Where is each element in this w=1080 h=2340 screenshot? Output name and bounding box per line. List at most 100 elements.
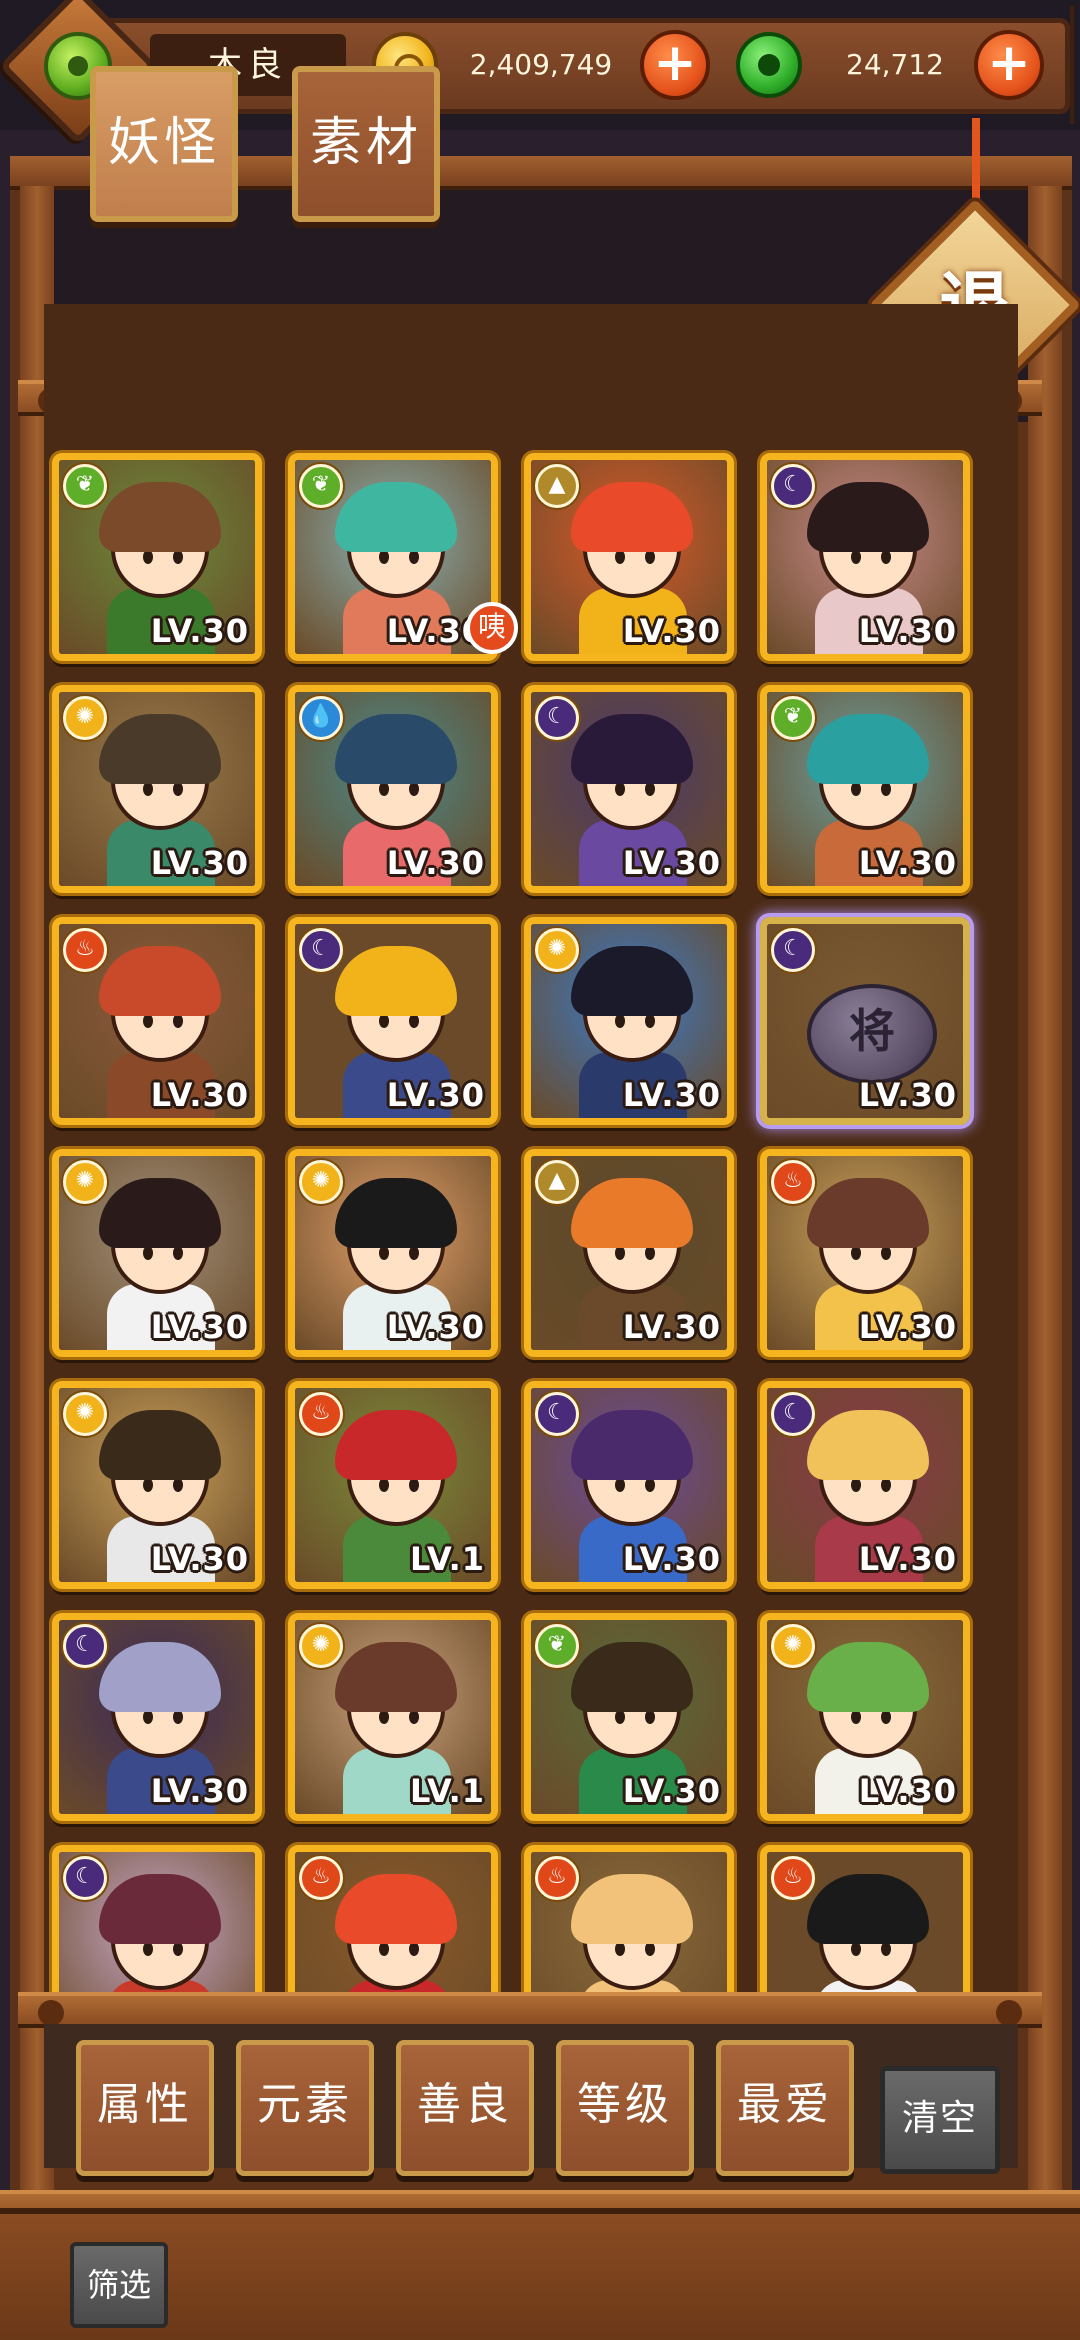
character-eye [645, 1942, 655, 1956]
character-eye [143, 1478, 153, 1492]
level-label: LV.30 [622, 1772, 721, 1810]
fire-glyph-icon: ♨ [783, 1168, 803, 1193]
shelf-knob [38, 2000, 64, 2026]
level-label: LV.30 [858, 844, 957, 882]
tassel-cord [972, 118, 980, 208]
light-element-icon: ✺ [299, 1624, 343, 1668]
character-eye [615, 1710, 625, 1724]
light-element-icon: ✺ [63, 1160, 107, 1204]
character-eye [409, 1942, 419, 1956]
filter-attribute-button[interactable]: 属性 [76, 2040, 214, 2176]
level-label: LV.1 [409, 1772, 485, 1810]
filter-favorite-button[interactable]: 最爱 [716, 2040, 854, 2176]
character-eye [881, 1246, 891, 1260]
dark-glyph-icon: ☾ [75, 1632, 95, 1657]
character-eye [881, 550, 891, 564]
monster-card[interactable]: ♨ LV.1 [288, 1381, 498, 1589]
shelf-knob [996, 2000, 1022, 2026]
wood-glyph-icon: ❦ [547, 1632, 567, 1657]
add-gold-button[interactable]: + [640, 30, 710, 100]
dark-glyph-icon: ☾ [547, 1400, 567, 1425]
light-glyph-icon: ✺ [75, 704, 95, 729]
level-label: LV.30 [150, 1308, 249, 1346]
monster-card[interactable]: ✺ LV.30 [52, 1381, 262, 1589]
add-jade-button[interactable]: + [974, 30, 1044, 100]
tab-materials[interactable]: 素材 [292, 66, 440, 222]
character-eye [409, 550, 419, 564]
filter-level-button[interactable]: 等级 [556, 2040, 694, 2176]
character-eye [379, 1478, 389, 1492]
water-glyph-icon: 💧 [307, 704, 335, 729]
character-eye [645, 1246, 655, 1260]
level-label: LV.30 [858, 1540, 957, 1578]
corner-decoration [1050, 6, 1074, 124]
monster-card[interactable]: ☾ LV.30 [760, 1381, 970, 1589]
screen-button[interactable]: 筛选 [70, 2242, 168, 2328]
fire-glyph-icon: ♨ [311, 1400, 331, 1425]
monster-card[interactable]: ✺ LV.30 [760, 1613, 970, 1821]
character-eye [851, 782, 861, 796]
dark-glyph-icon: ☾ [75, 1864, 95, 1889]
light-element-icon: ✺ [771, 1624, 815, 1668]
monster-card[interactable]: ▲ LV.30 [524, 453, 734, 661]
monster-card[interactable]: ♨ [288, 1845, 498, 1996]
monster-card[interactable]: ♨ LV.30 [52, 917, 262, 1125]
character-eye [173, 1478, 183, 1492]
character-eye [143, 1710, 153, 1724]
monster-card[interactable]: ❦ LV.30 [524, 1613, 734, 1821]
monster-card[interactable]: ✺ LV.1 [288, 1613, 498, 1821]
wood-element-icon: ❦ [535, 1624, 579, 1668]
wood-element-icon: ❦ [63, 464, 107, 508]
level-label: LV.30 [622, 1076, 721, 1114]
chess-piece-portrait: 将 [807, 984, 937, 1084]
tab-monsters[interactable]: 妖怪 [90, 66, 238, 222]
monster-card[interactable]: ✺ LV.30 [52, 1149, 262, 1357]
gold-amount: 2,409,749 [469, 48, 613, 81]
level-label: LV.30 [622, 1540, 721, 1578]
monster-card[interactable]: ♨ [524, 1845, 734, 1996]
monster-card[interactable]: ☾ LV.30 [288, 917, 498, 1125]
character-eye [881, 1478, 891, 1492]
monster-card[interactable]: ♨ [760, 1845, 970, 1996]
dark-element-icon: ☾ [535, 1392, 579, 1436]
monster-card[interactable]: ☾ LV.30 [760, 453, 970, 661]
jade-amount: 24,712 [846, 48, 944, 81]
monster-card[interactable]: 💧 LV.30 [288, 685, 498, 893]
dark-element-icon: ☾ [63, 1856, 107, 1900]
monster-card[interactable]: ☾ [52, 1845, 262, 1996]
character-eye [379, 550, 389, 564]
monster-card[interactable]: ☾ LV.30 [52, 1613, 262, 1821]
character-eye [143, 1942, 153, 1956]
character-eye [173, 550, 183, 564]
light-element-icon: ✺ [63, 1392, 107, 1436]
monster-card[interactable]: 将 ☾ LV.30 [760, 917, 970, 1125]
monster-card[interactable]: ♨ LV.30 [760, 1149, 970, 1357]
filter-element-button[interactable]: 元素 [236, 2040, 374, 2176]
character-eye [379, 1246, 389, 1260]
dark-glyph-icon: ☾ [783, 1400, 803, 1425]
water-element-icon: 💧 [299, 696, 343, 740]
character-eye [851, 1478, 861, 1492]
monster-card[interactable]: ✺ LV.30 [288, 1149, 498, 1357]
monster-card[interactable]: ☾ LV.30 [524, 685, 734, 893]
character-eye [143, 1014, 153, 1028]
monster-card[interactable]: ❦ LV.30 [52, 453, 262, 661]
fire-glyph-icon: ♨ [311, 1864, 331, 1889]
filter-kindness-button[interactable]: 善良 [396, 2040, 534, 2176]
chat-badge[interactable]: 咦 [466, 602, 518, 654]
monster-card[interactable]: ❦ LV.30 [760, 685, 970, 893]
monster-card[interactable]: ☾ LV.30 [524, 1381, 734, 1589]
monster-card[interactable]: ✺ LV.30 [524, 917, 734, 1125]
shelf-bottom [18, 1992, 1042, 2028]
fire-element-icon: ♨ [63, 928, 107, 972]
level-label: LV.30 [858, 612, 957, 650]
earth-element-icon: ▲ [535, 464, 579, 508]
level-label: LV.30 [386, 1076, 485, 1114]
monster-card[interactable]: ✺ LV.30 [52, 685, 262, 893]
fire-glyph-icon: ♨ [75, 936, 95, 961]
character-eye [615, 1478, 625, 1492]
fire-glyph-icon: ♨ [547, 1864, 567, 1889]
monster-card[interactable]: ▲ LV.30 [524, 1149, 734, 1357]
clear-button[interactable]: 清空 [880, 2066, 1000, 2174]
fire-element-icon: ♨ [299, 1392, 343, 1436]
